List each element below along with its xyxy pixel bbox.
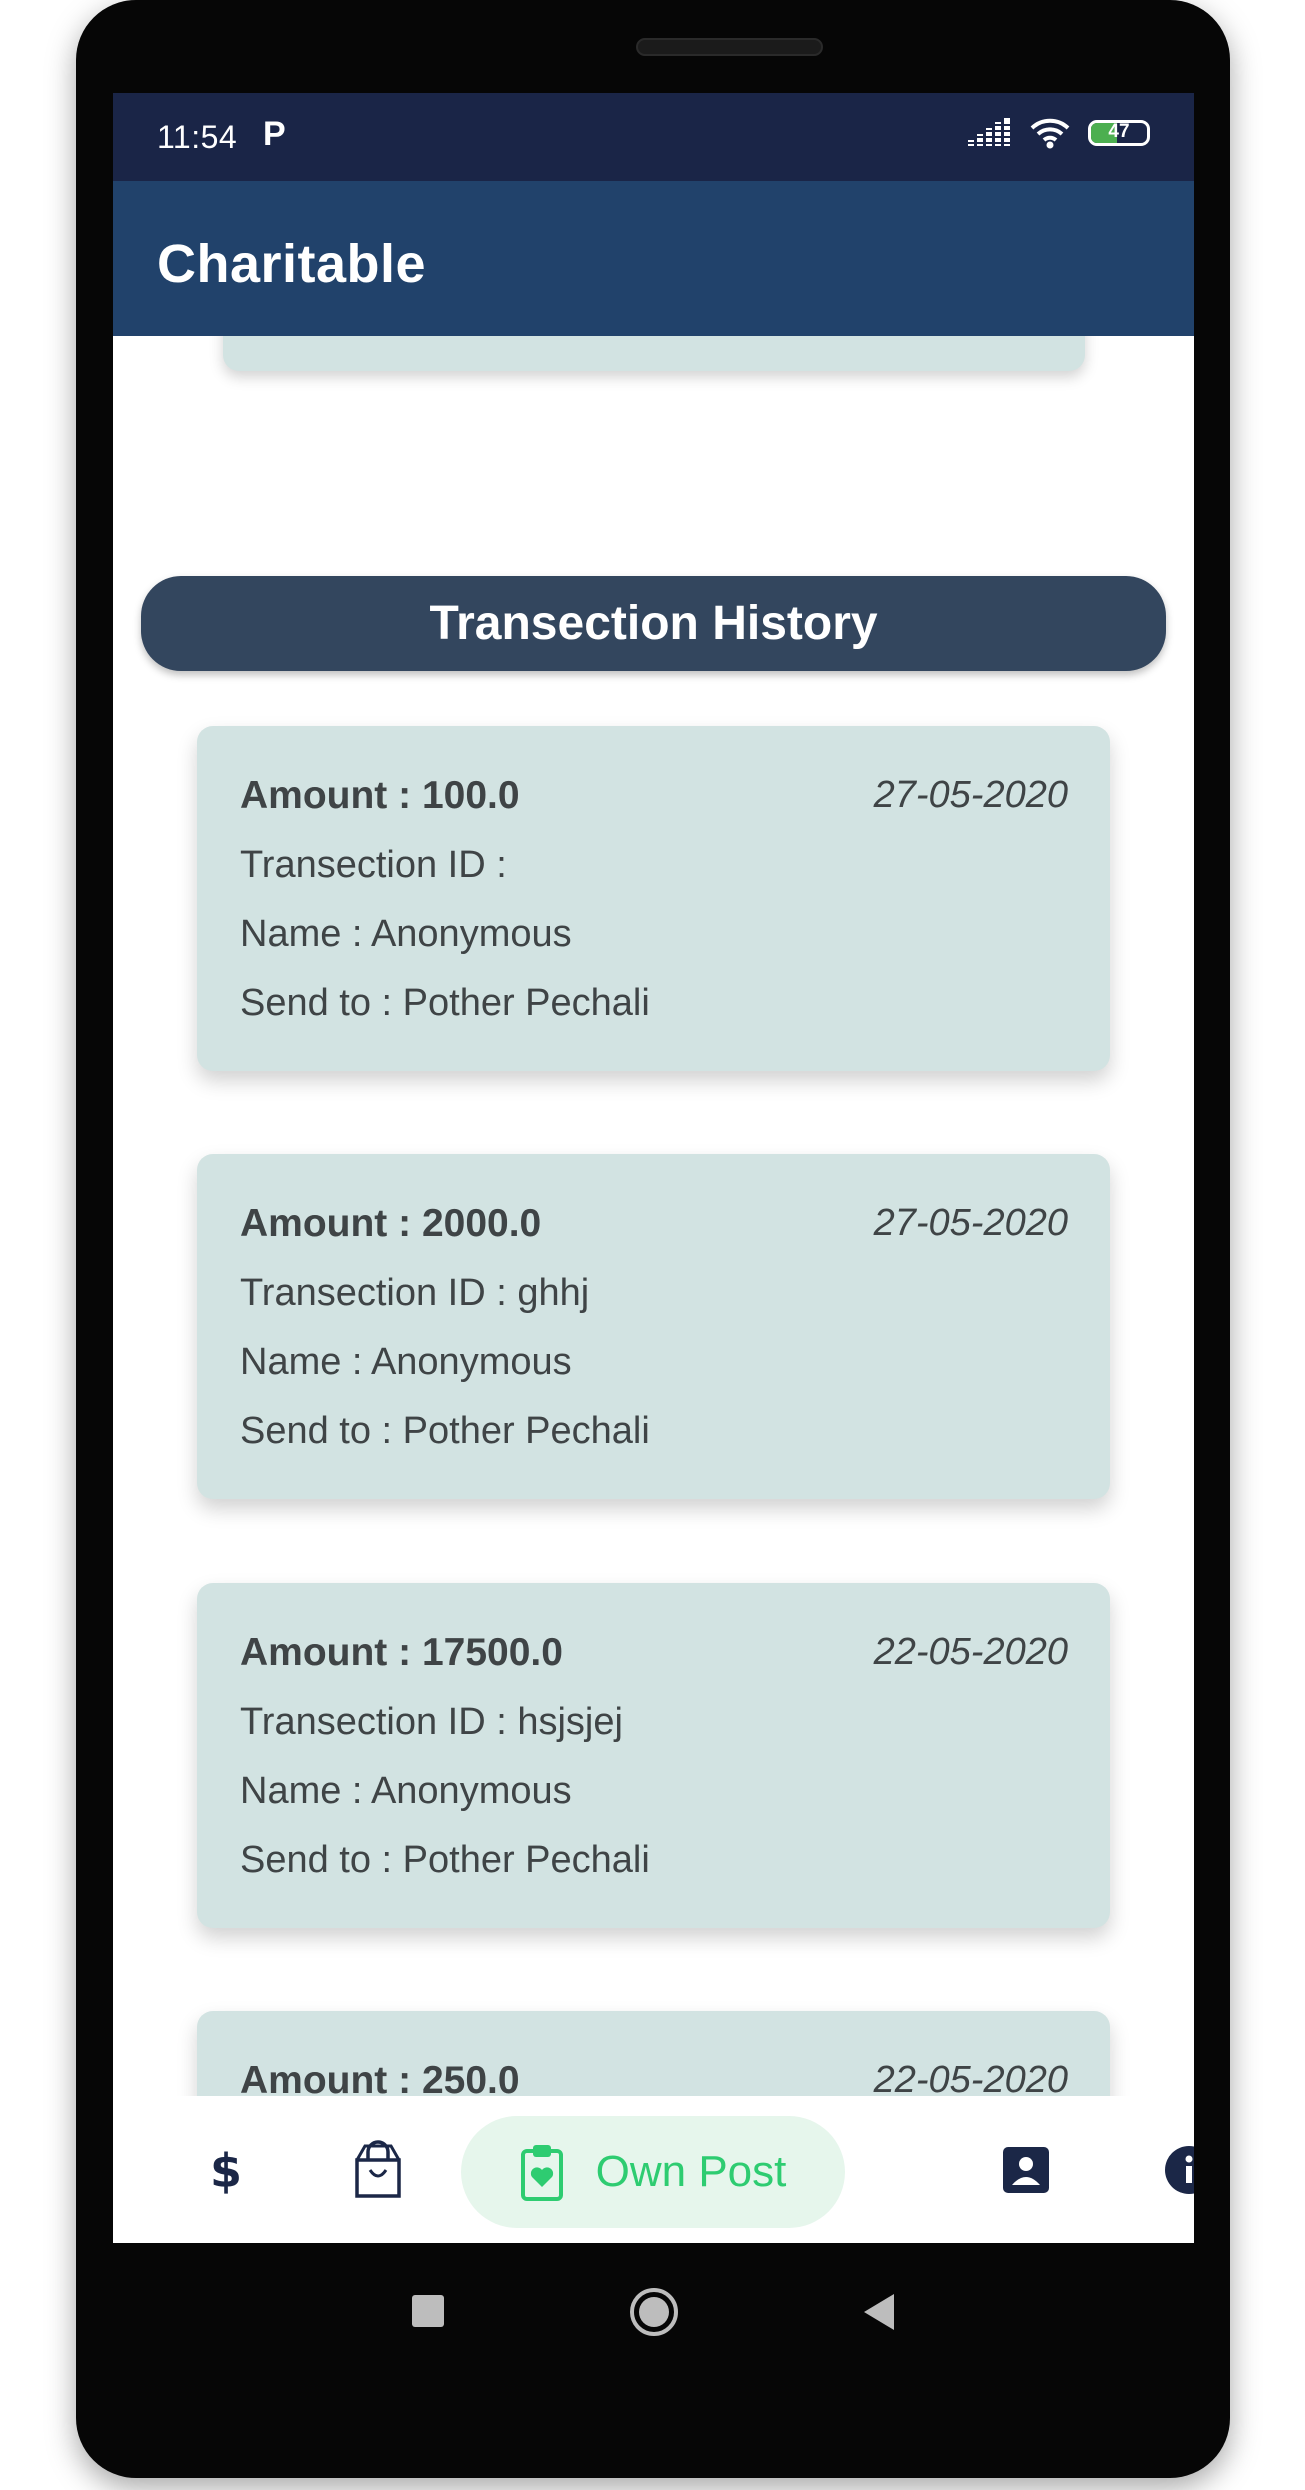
- transaction-card[interactable]: Amount : 17500.0 22-05-2020 Transection …: [197, 1583, 1110, 1928]
- transaction-send-to: Send to : Pother Pechali: [240, 1839, 650, 1881]
- previous-card-partial: [223, 336, 1085, 371]
- transaction-name: Name : Anonymous: [240, 1341, 572, 1383]
- nav-item-about[interactable]: [1134, 2096, 1194, 2243]
- app-title: Charitable: [157, 234, 427, 294]
- wifi-icon: [1030, 118, 1070, 149]
- transaction-id: Transection ID : hsjsjej: [240, 1701, 623, 1743]
- transaction-name: Name : Anonymous: [240, 1770, 572, 1812]
- shopping-bag-icon: [355, 2139, 401, 2198]
- info-icon: [1165, 2145, 1194, 2194]
- scroll-content[interactable]: Transection History Amount : 100.0 27-05…: [113, 336, 1194, 2096]
- transaction-card[interactable]: Amount : 250.0 22-05-2020 Transection ID…: [197, 2011, 1110, 2096]
- transaction-date: 27-05-2020: [873, 774, 1068, 816]
- nav-item-shop[interactable]: [323, 2096, 433, 2243]
- nav-item-own-post[interactable]: Own Post: [461, 2116, 845, 2228]
- system-navigation-bar: [113, 2243, 1194, 2383]
- nav-item-donate[interactable]: $: [171, 2096, 281, 2243]
- status-time: 11:54: [157, 119, 238, 155]
- recent-apps-icon[interactable]: [410, 2293, 446, 2329]
- clipboard-heart-icon: [520, 2145, 563, 2201]
- nav-own-post-label: Own Post: [595, 2147, 787, 2196]
- transaction-date: 22-05-2020: [873, 2059, 1068, 2096]
- transaction-card[interactable]: Amount : 2000.0 27-05-2020 Transection I…: [197, 1154, 1110, 1499]
- svg-text:$: $: [210, 2144, 242, 2196]
- transaction-id: Transection ID :: [240, 844, 507, 886]
- transaction-send-to: Send to : Pother Pechali: [240, 982, 650, 1024]
- home-icon[interactable]: [628, 2286, 680, 2338]
- transaction-id: Transection ID : ghhj: [240, 1272, 590, 1314]
- transaction-amount: Amount : 17500.0: [240, 1631, 563, 1674]
- transaction-amount: Amount : 2000.0: [240, 1202, 542, 1245]
- section-title-bar: Transection History: [141, 576, 1166, 671]
- nav-item-profile[interactable]: [971, 2096, 1081, 2243]
- battery-level-text: 47: [1108, 121, 1130, 142]
- contact-card-icon: [1003, 2146, 1049, 2193]
- status-icons: 47: [968, 117, 1150, 149]
- status-bar: 11:54 P 47: [113, 93, 1194, 181]
- app-bar: Charitable: [113, 181, 1194, 336]
- app-notification-icon: P: [263, 115, 286, 153]
- transaction-date: 27-05-2020: [873, 1202, 1068, 1244]
- phone-speaker: [636, 38, 823, 56]
- transaction-card[interactable]: Amount : 100.0 27-05-2020 Transection ID…: [197, 726, 1110, 1071]
- dollar-icon: $: [210, 2144, 242, 2196]
- signal-icon: [968, 118, 1012, 146]
- transaction-send-to: Send to : Pother Pechali: [240, 1410, 650, 1452]
- transaction-name: Name : Anonymous: [240, 913, 572, 955]
- transaction-amount: Amount : 250.0: [240, 2059, 520, 2096]
- transaction-date: 22-05-2020: [873, 1631, 1068, 1673]
- transaction-amount: Amount : 100.0: [240, 774, 520, 817]
- back-icon[interactable]: [858, 2290, 898, 2334]
- app-screen: 11:54 P 47 Charitable Transection Histor…: [113, 93, 1194, 2243]
- battery-icon: 47: [1088, 120, 1150, 146]
- section-title: Transection History: [429, 597, 878, 650]
- bottom-navigation: $ Own Post: [113, 2096, 1194, 2243]
